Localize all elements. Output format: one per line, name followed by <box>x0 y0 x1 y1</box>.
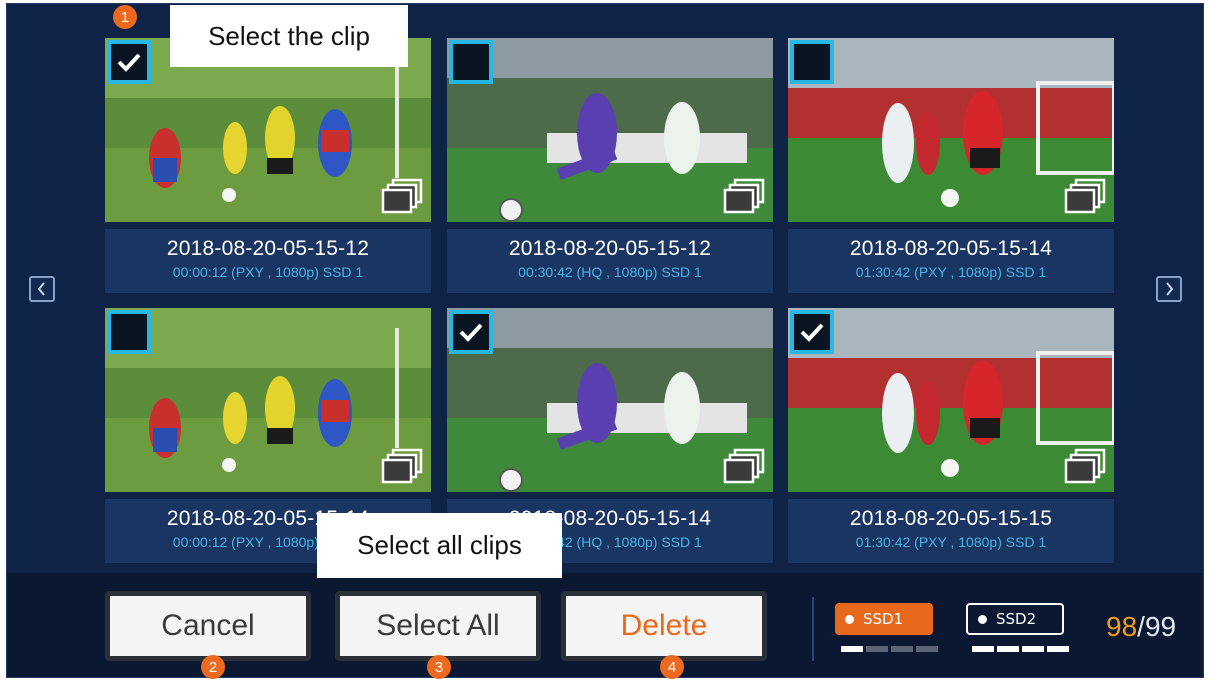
multi-clip-icon <box>381 178 423 214</box>
record-dot-icon <box>845 614 854 624</box>
clip-select-checkbox[interactable] <box>449 40 493 84</box>
callout-select-all-clips: Select all clips <box>317 513 562 578</box>
step-badge-1: 1 <box>113 5 137 29</box>
clip-thumbnail[interactable] <box>788 308 1114 492</box>
divider <box>812 597 814 661</box>
ssd2-label: SSD2 <box>996 610 1037 628</box>
clip-select-checkbox[interactable] <box>107 40 151 84</box>
clip-select-checkbox[interactable] <box>449 310 493 354</box>
clip-count-separator: / <box>1137 611 1145 642</box>
level-bar <box>1047 646 1069 652</box>
check-icon <box>800 323 824 342</box>
level-bar <box>997 646 1019 652</box>
clip-card[interactable]: 2018-08-20-05-15-12 00:00:12 (PXY , 1080… <box>105 38 431 293</box>
multi-clip-icon <box>1064 178 1106 214</box>
clip-caption: 2018-08-20-05-15-12 00:30:42 (HQ , 1080p… <box>447 229 773 293</box>
clip-select-checkbox[interactable] <box>790 310 834 354</box>
multi-clip-icon <box>381 448 423 484</box>
chevron-right-icon <box>1166 282 1174 296</box>
clip-meta: 00:00:12 (PXY , 1080p) SSD 1 <box>172 264 364 280</box>
multi-clip-icon <box>723 178 765 214</box>
ssd1-label: SSD1 <box>863 610 904 628</box>
clip-thumbnail[interactable] <box>447 38 773 222</box>
clip-meta: 00:30:42 (HQ , 1080p) SSD 1 <box>518 264 702 280</box>
select-all-button[interactable]: Select All <box>335 591 541 661</box>
level-bar <box>841 646 863 652</box>
multi-clip-icon <box>723 448 765 484</box>
delete-button[interactable]: Delete <box>561 591 767 661</box>
clip-select-checkbox[interactable] <box>107 310 151 354</box>
ssd1-toggle[interactable]: SSD1 <box>835 603 933 635</box>
clip-count-used: 98 <box>1106 611 1138 642</box>
check-icon <box>117 53 141 72</box>
step-badge-3: 3 <box>427 655 451 679</box>
clip-card[interactable]: 2018-08-20-05-15-14 01:30:42 (PXY , 1080… <box>788 38 1114 293</box>
clip-date: 2018-08-20-05-15-12 <box>508 237 712 260</box>
prev-page-button[interactable] <box>29 276 55 302</box>
clip-count: 98/99 <box>1106 611 1176 643</box>
chevron-left-icon <box>37 282 45 296</box>
clip-count-total: 99 <box>1144 611 1177 642</box>
clip-caption: 2018-08-20-05-15-12 00:00:12 (PXY , 1080… <box>105 229 431 293</box>
clip-thumbnail[interactable] <box>105 308 431 492</box>
clip-select-checkbox[interactable] <box>790 40 834 84</box>
check-icon <box>459 323 483 342</box>
clip-thumbnail[interactable] <box>788 38 1114 222</box>
clip-meta: 01:30:42 (PXY , 1080p) SSD 1 <box>855 534 1047 550</box>
clip-card[interactable]: 2018-08-20-05-15-15 01:30:42 (PXY , 1080… <box>788 308 1114 563</box>
clip-date: 2018-08-20-05-15-14 <box>849 237 1053 260</box>
step-badge-4: 4 <box>660 655 684 679</box>
clip-caption: 2018-08-20-05-15-15 01:30:42 (PXY , 1080… <box>788 499 1114 563</box>
callout-select-clip: Select the clip <box>170 5 408 67</box>
step-badge-2: 2 <box>201 655 225 679</box>
bottom-action-bar: Cancel Select All Delete SSD1 SSD2 98/99 <box>6 573 1204 678</box>
cancel-button[interactable]: Cancel <box>105 591 311 661</box>
multi-clip-icon <box>1064 448 1106 484</box>
clip-thumbnail[interactable] <box>447 308 773 492</box>
clip-meta: 01:30:42 (PXY , 1080p) SSD 1 <box>855 264 1047 280</box>
clip-card[interactable]: 2018-08-20-05-15-12 00:30:42 (HQ , 1080p… <box>447 38 773 293</box>
clip-date: 2018-08-20-05-15-12 <box>166 237 370 260</box>
level-bar <box>866 646 888 652</box>
ssd1-level-bars <box>841 646 938 652</box>
next-page-button[interactable] <box>1156 276 1182 302</box>
level-bar <box>1022 646 1044 652</box>
clip-caption: 2018-08-20-05-15-14 01:30:42 (PXY , 1080… <box>788 229 1114 293</box>
clip-manager-screen: 2018-08-20-05-15-12 00:00:12 (PXY , 1080… <box>6 3 1204 678</box>
record-dot-icon <box>978 614 987 624</box>
level-bar <box>916 646 938 652</box>
level-bar <box>972 646 994 652</box>
level-bar <box>891 646 913 652</box>
clip-date: 2018-08-20-05-15-15 <box>849 507 1053 530</box>
ssd2-toggle[interactable]: SSD2 <box>966 603 1064 635</box>
ssd2-level-bars <box>972 646 1069 652</box>
